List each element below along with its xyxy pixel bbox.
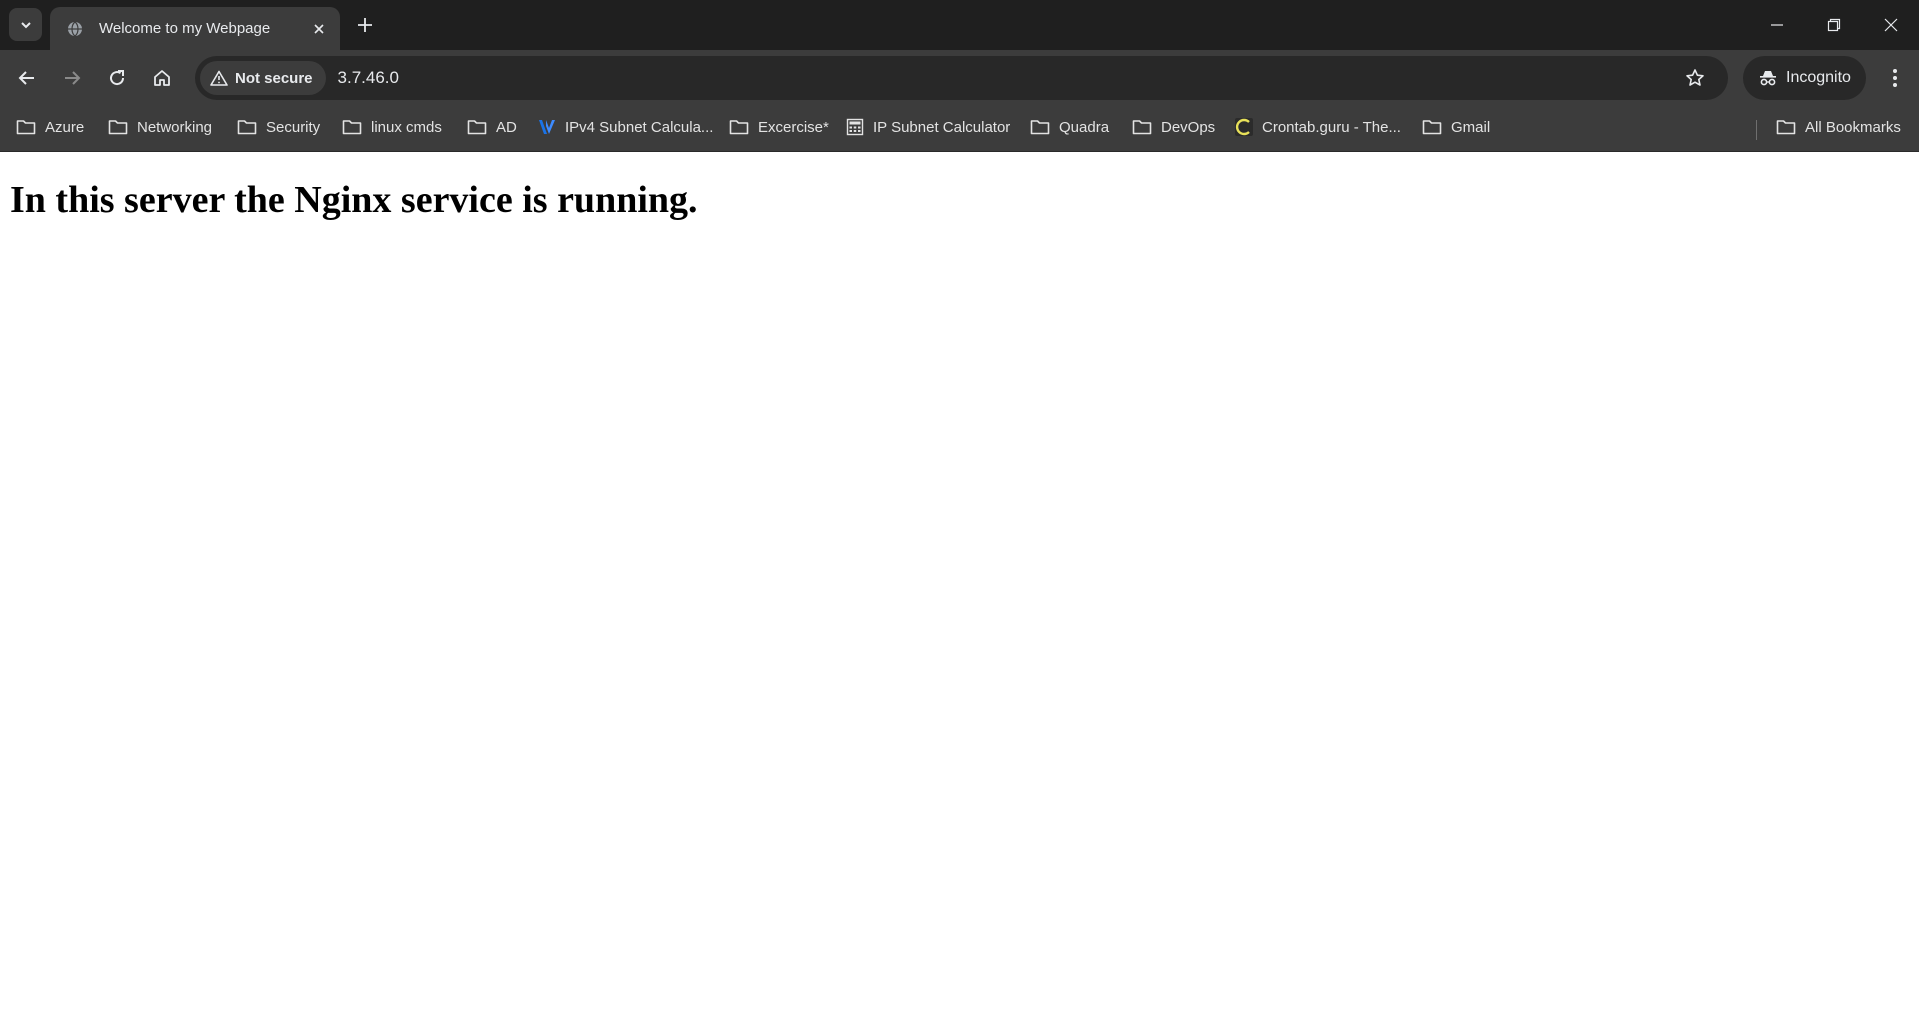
bookmark-folder-quadra[interactable]: Quadra: [1030, 106, 1109, 148]
bookmark-folder-excercise[interactable]: Excercise*: [729, 106, 829, 148]
security-status-label: Not secure: [235, 69, 313, 87]
bookmark-crontab-guru[interactable]: Crontab.guru - The...: [1235, 106, 1401, 148]
site-info-button[interactable]: Not secure: [200, 61, 326, 95]
all-bookmarks-label: All Bookmarks: [1805, 118, 1901, 136]
bookmark-label: AD: [496, 118, 517, 136]
folder-icon: [108, 120, 128, 135]
browser-menu-button[interactable]: [1877, 60, 1913, 96]
folder-icon: [1132, 120, 1152, 135]
bookmark-folder-networking[interactable]: Networking: [108, 106, 212, 148]
bookmark-label: IP Subnet Calculator: [873, 118, 1011, 136]
bookmark-label: DevOps: [1161, 118, 1216, 136]
bookmark-label: Gmail: [1451, 118, 1491, 136]
more-vertical-icon: [1893, 69, 1897, 87]
incognito-label: Incognito: [1786, 69, 1851, 86]
back-button[interactable]: [9, 60, 45, 96]
tab-search-button[interactable]: [9, 8, 42, 41]
bookmark-label: Quadra: [1059, 118, 1110, 136]
bookmark-label: Crontab.guru - The...: [1262, 118, 1401, 136]
bookmark-label: Networking: [137, 118, 213, 136]
folder-icon: [1422, 120, 1442, 135]
reload-button[interactable]: [99, 60, 135, 96]
home-button[interactable]: [144, 60, 180, 96]
browser-chrome: Welcome to my Webpage Not secure 3.7.46.…: [0, 0, 1919, 152]
navigation-toolbar: Not secure 3.7.46.0 Incognito: [0, 50, 1919, 106]
minimize-button[interactable]: [1749, 0, 1805, 50]
bookmark-label: linux cmds: [371, 118, 442, 136]
bookmark-folder-security[interactable]: Security: [237, 106, 320, 148]
bookmarks-separator: [1756, 120, 1757, 140]
folder-icon: [1030, 120, 1050, 135]
tab-title: Welcome to my Webpage: [99, 20, 271, 37]
bookmark-folder-gmail[interactable]: Gmail: [1422, 106, 1490, 148]
all-bookmarks-button[interactable]: All Bookmarks: [1776, 106, 1901, 148]
bookmark-label: Azure: [45, 118, 85, 136]
close-window-button[interactable]: [1863, 0, 1919, 50]
crontab-favicon-icon: [1235, 118, 1253, 136]
tab-active[interactable]: Welcome to my Webpage: [50, 7, 340, 50]
warning-icon: [210, 70, 228, 86]
bookmarks-bar: Azure Networking Security linux cmds AD …: [0, 106, 1919, 152]
bookmark-label: Excercise*: [758, 118, 829, 136]
star-icon: [1686, 69, 1704, 86]
folder-icon: [467, 120, 487, 135]
bookmark-label: IPv4 Subnet Calcula...: [565, 118, 714, 136]
bookmark-folder-ad[interactable]: AD: [467, 106, 517, 148]
bookmark-label: Security: [266, 118, 321, 136]
arrow-left-icon: [18, 71, 34, 85]
close-icon: [1884, 18, 1898, 32]
home-icon: [154, 70, 170, 86]
folder-icon: [729, 120, 749, 135]
plus-icon: [358, 18, 372, 32]
tab-close-button[interactable]: [306, 16, 332, 42]
bookmark-folder-devops[interactable]: DevOps: [1132, 106, 1215, 148]
folder-icon: [237, 120, 257, 135]
folder-icon: [16, 120, 36, 135]
tab-strip: Welcome to my Webpage: [0, 0, 1919, 50]
bookmark-folder-linux-cmds[interactable]: linux cmds: [342, 106, 442, 148]
bookmark-ip-subnet-calculator[interactable]: IP Subnet Calculator: [846, 106, 1010, 148]
bookmark-star-button[interactable]: [1678, 61, 1712, 95]
site-favicon-v-icon: [539, 120, 555, 134]
globe-icon: [66, 20, 84, 38]
minimize-icon: [1771, 24, 1783, 26]
calculator-icon: [846, 118, 864, 136]
folder-icon: [342, 120, 362, 135]
bookmark-ipv4-subnet-calculator[interactable]: IPv4 Subnet Calcula...: [538, 106, 713, 148]
address-bar[interactable]: Not secure 3.7.46.0: [195, 56, 1728, 100]
incognito-profile-button[interactable]: Incognito: [1743, 56, 1866, 100]
page-heading: In this server the Nginx service is runn…: [10, 179, 698, 221]
url-text[interactable]: 3.7.46.0: [338, 68, 1678, 88]
folder-icon: [1776, 120, 1796, 135]
arrow-right-icon: [65, 71, 81, 85]
close-icon: [314, 23, 324, 34]
restore-icon: [1827, 18, 1841, 32]
new-tab-button[interactable]: [350, 10, 380, 40]
restore-button[interactable]: [1806, 0, 1862, 50]
page-content: In this server the Nginx service is runn…: [0, 178, 1919, 222]
chevron-down-icon: [20, 21, 31, 28]
incognito-icon: [1760, 71, 1776, 86]
forward-button[interactable]: [54, 60, 90, 96]
bookmark-folder-azure[interactable]: Azure: [16, 106, 84, 148]
reload-icon: [110, 70, 125, 86]
